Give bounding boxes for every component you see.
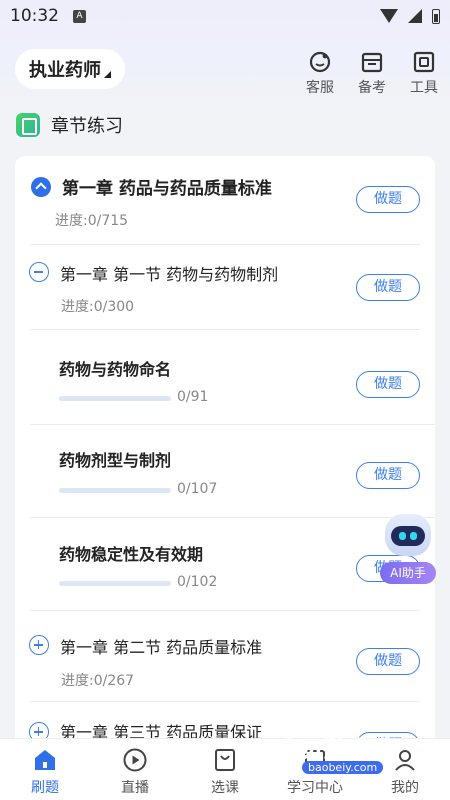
tool-label: 客服 bbox=[306, 80, 334, 96]
exam-name: 执业药师 bbox=[29, 60, 101, 81]
chapter-row[interactable]: 第一章 药品与药品质量标准 进度:0/715 做题 bbox=[15, 156, 435, 244]
practice-button[interactable]: 做题 bbox=[356, 371, 420, 398]
section-progress: 进度:0/300 bbox=[61, 299, 135, 315]
topic-title: 药物剂型与制剂 bbox=[59, 451, 172, 470]
tab-live[interactable]: 直播 bbox=[90, 739, 180, 800]
calendar-icon bbox=[361, 52, 383, 73]
home-icon bbox=[35, 750, 55, 770]
header-tools: 客服 备考 工具 bbox=[304, 50, 440, 97]
status-time: 10:32 bbox=[10, 6, 59, 26]
tab-label: 直播 bbox=[121, 780, 149, 796]
battery-icon bbox=[432, 8, 440, 24]
toolbox-icon bbox=[413, 51, 435, 73]
collapse-icon[interactable] bbox=[31, 177, 51, 197]
tab-label: 刷题 bbox=[31, 780, 59, 796]
topic-title: 药物稳定性及有效期 bbox=[59, 545, 204, 564]
progress-count: 0/102 bbox=[177, 574, 218, 590]
tool-customer-service[interactable]: 客服 bbox=[304, 50, 336, 97]
signal-icon bbox=[408, 9, 422, 23]
watermark-url: baobeiy.com bbox=[302, 761, 384, 774]
minus-circle-icon[interactable] bbox=[29, 262, 49, 282]
tab-courses[interactable]: 选课 bbox=[180, 739, 270, 800]
topic-row[interactable]: 药物剂型与制剂 0/107 做题 bbox=[15, 425, 435, 517]
tab-label: 我的 bbox=[391, 780, 419, 796]
tab-practice[interactable]: 刷题 bbox=[0, 739, 90, 800]
shopping-bag-icon bbox=[215, 749, 235, 771]
notebook-icon bbox=[16, 113, 40, 137]
progress-count: 0/91 bbox=[177, 389, 209, 405]
play-circle-icon bbox=[123, 748, 147, 772]
notification-a-icon: A bbox=[73, 9, 86, 23]
tab-label: 学习中心 bbox=[287, 780, 343, 796]
watermark: 宝贝游戏网 baobeiy.com bbox=[272, 700, 422, 780]
practice-button[interactable]: 做题 bbox=[356, 648, 420, 675]
section-title: 章节练习 bbox=[51, 116, 123, 137]
customer-service-icon bbox=[309, 51, 331, 73]
section-progress: 进度:0/267 bbox=[61, 673, 135, 689]
topic-title: 药物与药物命名 bbox=[59, 360, 172, 379]
section-row[interactable]: 第一章 第二节 药品质量标准 进度:0/267 做题 bbox=[15, 611, 435, 701]
plus-circle-icon[interactable] bbox=[29, 635, 49, 655]
section-header: 章节练习 bbox=[16, 112, 123, 138]
ai-assistant[interactable]: AI助手 bbox=[378, 512, 438, 586]
topic-row[interactable]: 药物稳定性及有效期 0/102 做题 bbox=[15, 518, 435, 610]
progress-bar bbox=[59, 488, 171, 493]
section-title: 第一章 第一节 药物与药物制剂 bbox=[60, 265, 279, 284]
ai-assistant-label: AI助手 bbox=[380, 562, 436, 584]
chapter-title: 第一章 药品与药品质量标准 bbox=[62, 179, 272, 199]
wifi-icon bbox=[380, 9, 398, 23]
chapter-progress: 进度:0/715 bbox=[55, 213, 129, 229]
topic-row[interactable]: 药物与药物命名 0/91 做题 bbox=[15, 330, 435, 424]
practice-button[interactable]: 做题 bbox=[356, 186, 420, 213]
tool-toolbox[interactable]: 工具 bbox=[408, 50, 440, 97]
tab-label: 选课 bbox=[211, 780, 239, 796]
tool-prepare[interactable]: 备考 bbox=[356, 50, 388, 97]
section-row[interactable]: 第一章 第一节 药物与药物制剂 进度:0/300 做题 bbox=[15, 245, 435, 329]
robot-icon bbox=[385, 514, 431, 556]
caret-down-icon bbox=[104, 70, 111, 78]
tool-label: 工具 bbox=[410, 80, 438, 96]
practice-button[interactable]: 做题 bbox=[356, 274, 420, 301]
section-title: 第一章 第二节 药品质量标准 bbox=[60, 638, 263, 657]
practice-button[interactable]: 做题 bbox=[356, 462, 420, 489]
progress-bar bbox=[59, 396, 171, 401]
progress-bar bbox=[59, 581, 171, 586]
exam-selector[interactable]: 执业药师 bbox=[15, 49, 125, 89]
watermark-text: 宝贝游戏网 bbox=[277, 738, 394, 764]
progress-count: 0/107 bbox=[177, 481, 218, 497]
status-bar: 10:32 A bbox=[0, 0, 450, 32]
tool-label: 备考 bbox=[358, 80, 386, 96]
